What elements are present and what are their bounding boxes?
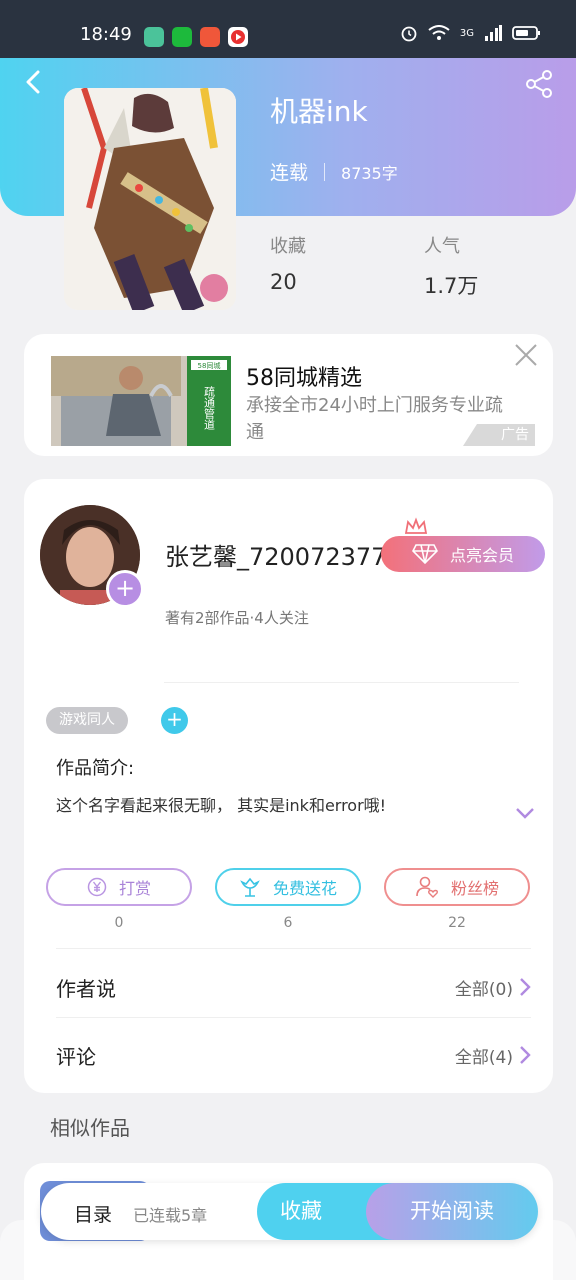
book-cover-image[interactable]	[64, 88, 236, 310]
serial-status: 连载	[270, 162, 309, 184]
chevron-right-icon	[520, 1046, 531, 1064]
tip-label: 打赏	[118, 879, 151, 898]
fan-ranking-button[interactable]: 粉丝榜	[384, 868, 530, 906]
fan-ranking-label: 粉丝榜	[450, 879, 499, 898]
divider	[56, 1017, 531, 1018]
ad-title[interactable]: 58同城精选	[246, 360, 362, 392]
stat-popularity: 人气 1.7万	[424, 232, 478, 300]
intro-text: 这个名字看起来很无聊， 其实是ink和error哦!	[56, 796, 387, 815]
stat-favorites: 收藏 20	[270, 232, 306, 294]
video-notification-icon	[228, 27, 248, 47]
meta-divider	[324, 162, 326, 181]
tip-button[interactable]: 打赏	[46, 868, 192, 906]
author-notes-label: 作者说	[56, 976, 116, 1001]
author-notes-row[interactable]: 作者说 全部(0)	[56, 967, 531, 1007]
author-stats: 著有2部作品·4人关注	[165, 609, 309, 627]
chevron-right-icon	[520, 978, 531, 996]
chevron-down-icon[interactable]	[514, 805, 536, 821]
fan-count: 22	[448, 915, 466, 931]
stat-value: 20	[270, 270, 297, 294]
table-of-contents-button[interactable]: 目录	[74, 1200, 112, 1227]
intro-label: 作品简介:	[56, 758, 135, 779]
comments-label: 评论	[56, 1044, 96, 1069]
book-meta: 连载 8735字	[270, 158, 398, 185]
stat-label: 收藏	[270, 236, 306, 257]
comments-row[interactable]: 评论 全部(4)	[56, 1035, 531, 1075]
divider	[164, 682, 519, 683]
author-notes-link[interactable]: 全部(0)	[455, 975, 531, 1000]
similar-works-title: 相似作品	[50, 1116, 130, 1140]
vip-button[interactable]: 点亮会员	[381, 536, 545, 572]
ad-image-brand: 58同城	[198, 362, 221, 370]
follow-author-button[interactable]: +	[106, 570, 144, 608]
tip-count: 0	[114, 915, 124, 931]
diamond-icon	[412, 544, 438, 564]
book-info-card: + 张艺馨_720072377 点亮会员 著有2部作品·4人关注 游戏同人 + …	[24, 479, 553, 1093]
crown-icon	[404, 517, 428, 534]
status-bar: 18:49 3G	[0, 0, 576, 58]
vip-button-label: 点亮会员	[449, 546, 514, 565]
share-icon[interactable]	[524, 69, 554, 99]
tag-chip[interactable]: 游戏同人	[46, 707, 128, 734]
signal-icon	[485, 25, 502, 41]
start-reading-button[interactable]: 开始阅读	[366, 1183, 538, 1240]
battery-icon	[512, 26, 540, 40]
network-type-label: 3G	[459, 27, 474, 39]
send-flower-button[interactable]: 免费送花	[215, 868, 361, 906]
chapter-status: 已连载5章	[133, 1206, 208, 1225]
ad-banner[interactable]: 58同城 疏通管道 58同城精选 承接全市24小时上门服务专业疏通 广告	[24, 334, 553, 456]
wifi-icon	[428, 25, 450, 40]
word-count: 8735字	[341, 163, 398, 183]
add-tag-button[interactable]: +	[161, 707, 188, 734]
alarm-icon	[401, 26, 417, 42]
author-notes-count: 全部(0)	[454, 979, 513, 1000]
ad-image-text: 疏通管道	[203, 385, 216, 430]
back-icon[interactable]	[22, 70, 46, 94]
author-name[interactable]: 张艺馨_720072377	[165, 537, 386, 572]
iqiyi-notification-icon	[172, 27, 192, 47]
status-time: 18:49	[80, 24, 132, 45]
comments-count: 全部(4)	[454, 1047, 513, 1068]
app-notification-icon	[144, 27, 164, 47]
stat-label: 人气	[424, 236, 460, 257]
flower-icon	[240, 877, 260, 897]
stat-value: 1.7万	[424, 274, 479, 298]
status-icons: 3G	[400, 24, 542, 42]
comments-link[interactable]: 全部(4)	[455, 1043, 531, 1068]
app-notification-icon-2	[200, 27, 220, 47]
bottom-action-bar: 目录 已连载5章 收藏 开始阅读	[41, 1183, 538, 1240]
send-flower-label: 免费送花	[272, 879, 337, 898]
user-heart-icon	[416, 876, 438, 898]
close-icon[interactable]	[513, 342, 539, 368]
flower-count: 6	[283, 915, 293, 931]
yen-icon	[87, 877, 107, 897]
divider	[56, 948, 531, 949]
ad-image[interactable]: 58同城 疏通管道	[51, 356, 231, 446]
book-title: 机器ink	[270, 95, 368, 128]
